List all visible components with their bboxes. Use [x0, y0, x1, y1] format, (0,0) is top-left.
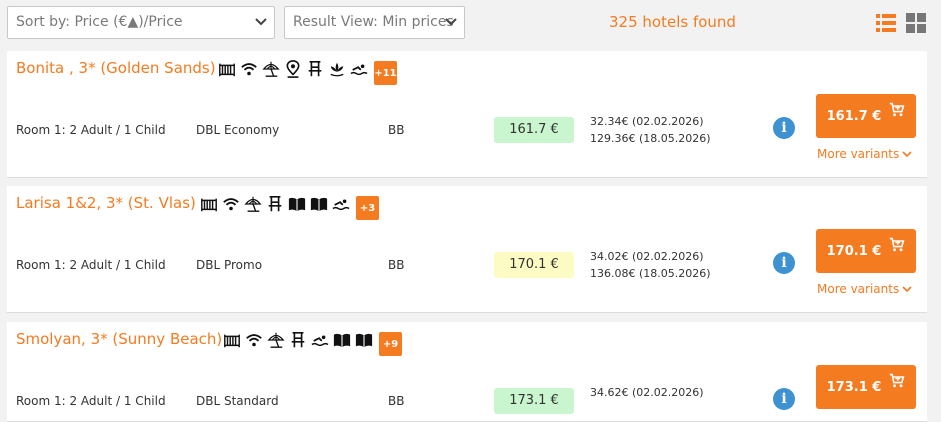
results-toolbar: Sort by: Price (€▲)/Price Result View: M… — [0, 0, 941, 48]
room-occupancy: Room 1: 2 Adult / 1 Child — [16, 394, 166, 408]
date-price-second: 129.36€ (18.05.2026) — [590, 132, 711, 145]
hotel-card: Smolyan, 3* (Sunny Beach) +9 Room 1: 2 A… — [7, 322, 927, 422]
chevron-down-icon — [902, 151, 912, 158]
more-variants-link[interactable]: More variants — [817, 147, 912, 161]
wifi-icon — [245, 331, 263, 349]
book-button-price: 170.1 € — [826, 243, 882, 259]
info-button[interactable]: i — [773, 388, 795, 410]
crib-icon — [223, 331, 241, 349]
crib-icon — [200, 195, 218, 213]
room-type: DBL Economy — [196, 123, 280, 137]
price-badge: 161.7 € — [494, 117, 574, 143]
cart-icon — [889, 237, 905, 253]
crib-icon — [218, 60, 236, 78]
date-prices: 32.34€ (02.02.2026) 129.36€ (18.05.2026) — [590, 113, 711, 147]
room-type: DBL Promo — [196, 258, 263, 272]
date-prices: 34.02€ (02.02.2026) 136.08€ (18.05.2026) — [590, 248, 711, 282]
room-occupancy: Room 1: 2 Adult / 1 Child — [16, 258, 166, 272]
result-view-select[interactable]: Result View: Min prices — [284, 6, 465, 39]
board-type: BB — [388, 258, 405, 272]
hotel-name-link[interactable]: Larisa 1&2, 3* (St. Vlas) — [16, 194, 196, 212]
more-variants-label: More variants — [817, 282, 900, 296]
info-button[interactable]: i — [773, 117, 795, 139]
location-pin-icon — [284, 60, 302, 78]
beach-umbrella-icon — [267, 331, 285, 349]
swimming-icon — [350, 60, 368, 78]
price-badge: 173.1 € — [494, 388, 574, 414]
more-variants-link[interactable]: More variants — [817, 282, 912, 296]
beach-chair-icon — [289, 331, 307, 349]
hotels-found-count: 325 hotels found — [609, 13, 736, 31]
board-type: BB — [388, 123, 405, 137]
beach-umbrella-icon — [244, 195, 262, 213]
book-button[interactable]: 170.1 € — [816, 229, 916, 273]
date-price-first: 32.34€ (02.02.2026) — [590, 115, 704, 128]
book-icon — [288, 195, 306, 213]
beach-chair-icon — [306, 60, 324, 78]
swimming-icon — [311, 331, 329, 349]
room-occupancy: Room 1: 2 Adult / 1 Child — [16, 123, 166, 137]
book-icon — [355, 331, 373, 349]
hotel-card: Bonita , 3* (Golden Sands) +11 Room 1: 2… — [7, 51, 927, 178]
wifi-icon — [222, 195, 240, 213]
sort-select-value: Sort by: Price (€▲)/Price — [16, 14, 183, 30]
more-variants-label: More variants — [817, 147, 900, 161]
date-prices: 34.62€ (02.02.2026) — [590, 384, 704, 401]
book-button[interactable]: 161.7 € — [816, 94, 916, 138]
wifi-icon — [240, 60, 258, 78]
book-icon — [310, 195, 328, 213]
cart-icon — [889, 373, 905, 389]
hotel-name-link[interactable]: Smolyan, 3* (Sunny Beach) — [16, 330, 222, 348]
cart-icon — [889, 102, 905, 118]
more-amenities-badge[interactable]: +9 — [379, 332, 402, 356]
chevron-down-icon — [445, 18, 457, 26]
sort-select[interactable]: Sort by: Price (€▲)/Price — [7, 6, 275, 39]
more-amenities-badge[interactable]: +11 — [374, 61, 397, 85]
hotel-name-link[interactable]: Bonita , 3* (Golden Sands) — [16, 59, 216, 77]
chevron-down-icon — [902, 286, 912, 293]
beach-chair-icon — [266, 195, 284, 213]
more-amenities-badge[interactable]: +3 — [356, 196, 379, 220]
book-button-price: 173.1 € — [826, 379, 882, 395]
amenities-list: +3 — [200, 195, 379, 220]
date-price-first: 34.62€ (02.02.2026) — [590, 386, 704, 399]
room-type: DBL Standard — [196, 394, 279, 408]
spa-lotus-icon — [328, 60, 346, 78]
book-button[interactable]: 173.1 € — [816, 365, 916, 409]
book-button-price: 161.7 € — [826, 108, 882, 124]
board-type: BB — [388, 394, 405, 408]
beach-umbrella-icon — [262, 60, 280, 78]
price-badge: 170.1 € — [494, 252, 574, 278]
date-price-second: 136.08€ (18.05.2026) — [590, 267, 711, 280]
swimming-icon — [332, 195, 350, 213]
list-icon[interactable] — [876, 13, 896, 33]
grid-icon[interactable] — [906, 13, 926, 33]
hotel-card: Larisa 1&2, 3* (St. Vlas) +3 Room 1: 2 A… — [7, 186, 927, 313]
info-button[interactable]: i — [773, 252, 795, 274]
result-view-select-value: Result View: Min prices — [293, 14, 454, 30]
chevron-down-icon — [255, 18, 267, 26]
amenities-list: +11 — [218, 60, 397, 85]
amenities-list: +9 — [223, 331, 402, 356]
date-price-first: 34.02€ (02.02.2026) — [590, 250, 704, 263]
book-icon — [333, 331, 351, 349]
